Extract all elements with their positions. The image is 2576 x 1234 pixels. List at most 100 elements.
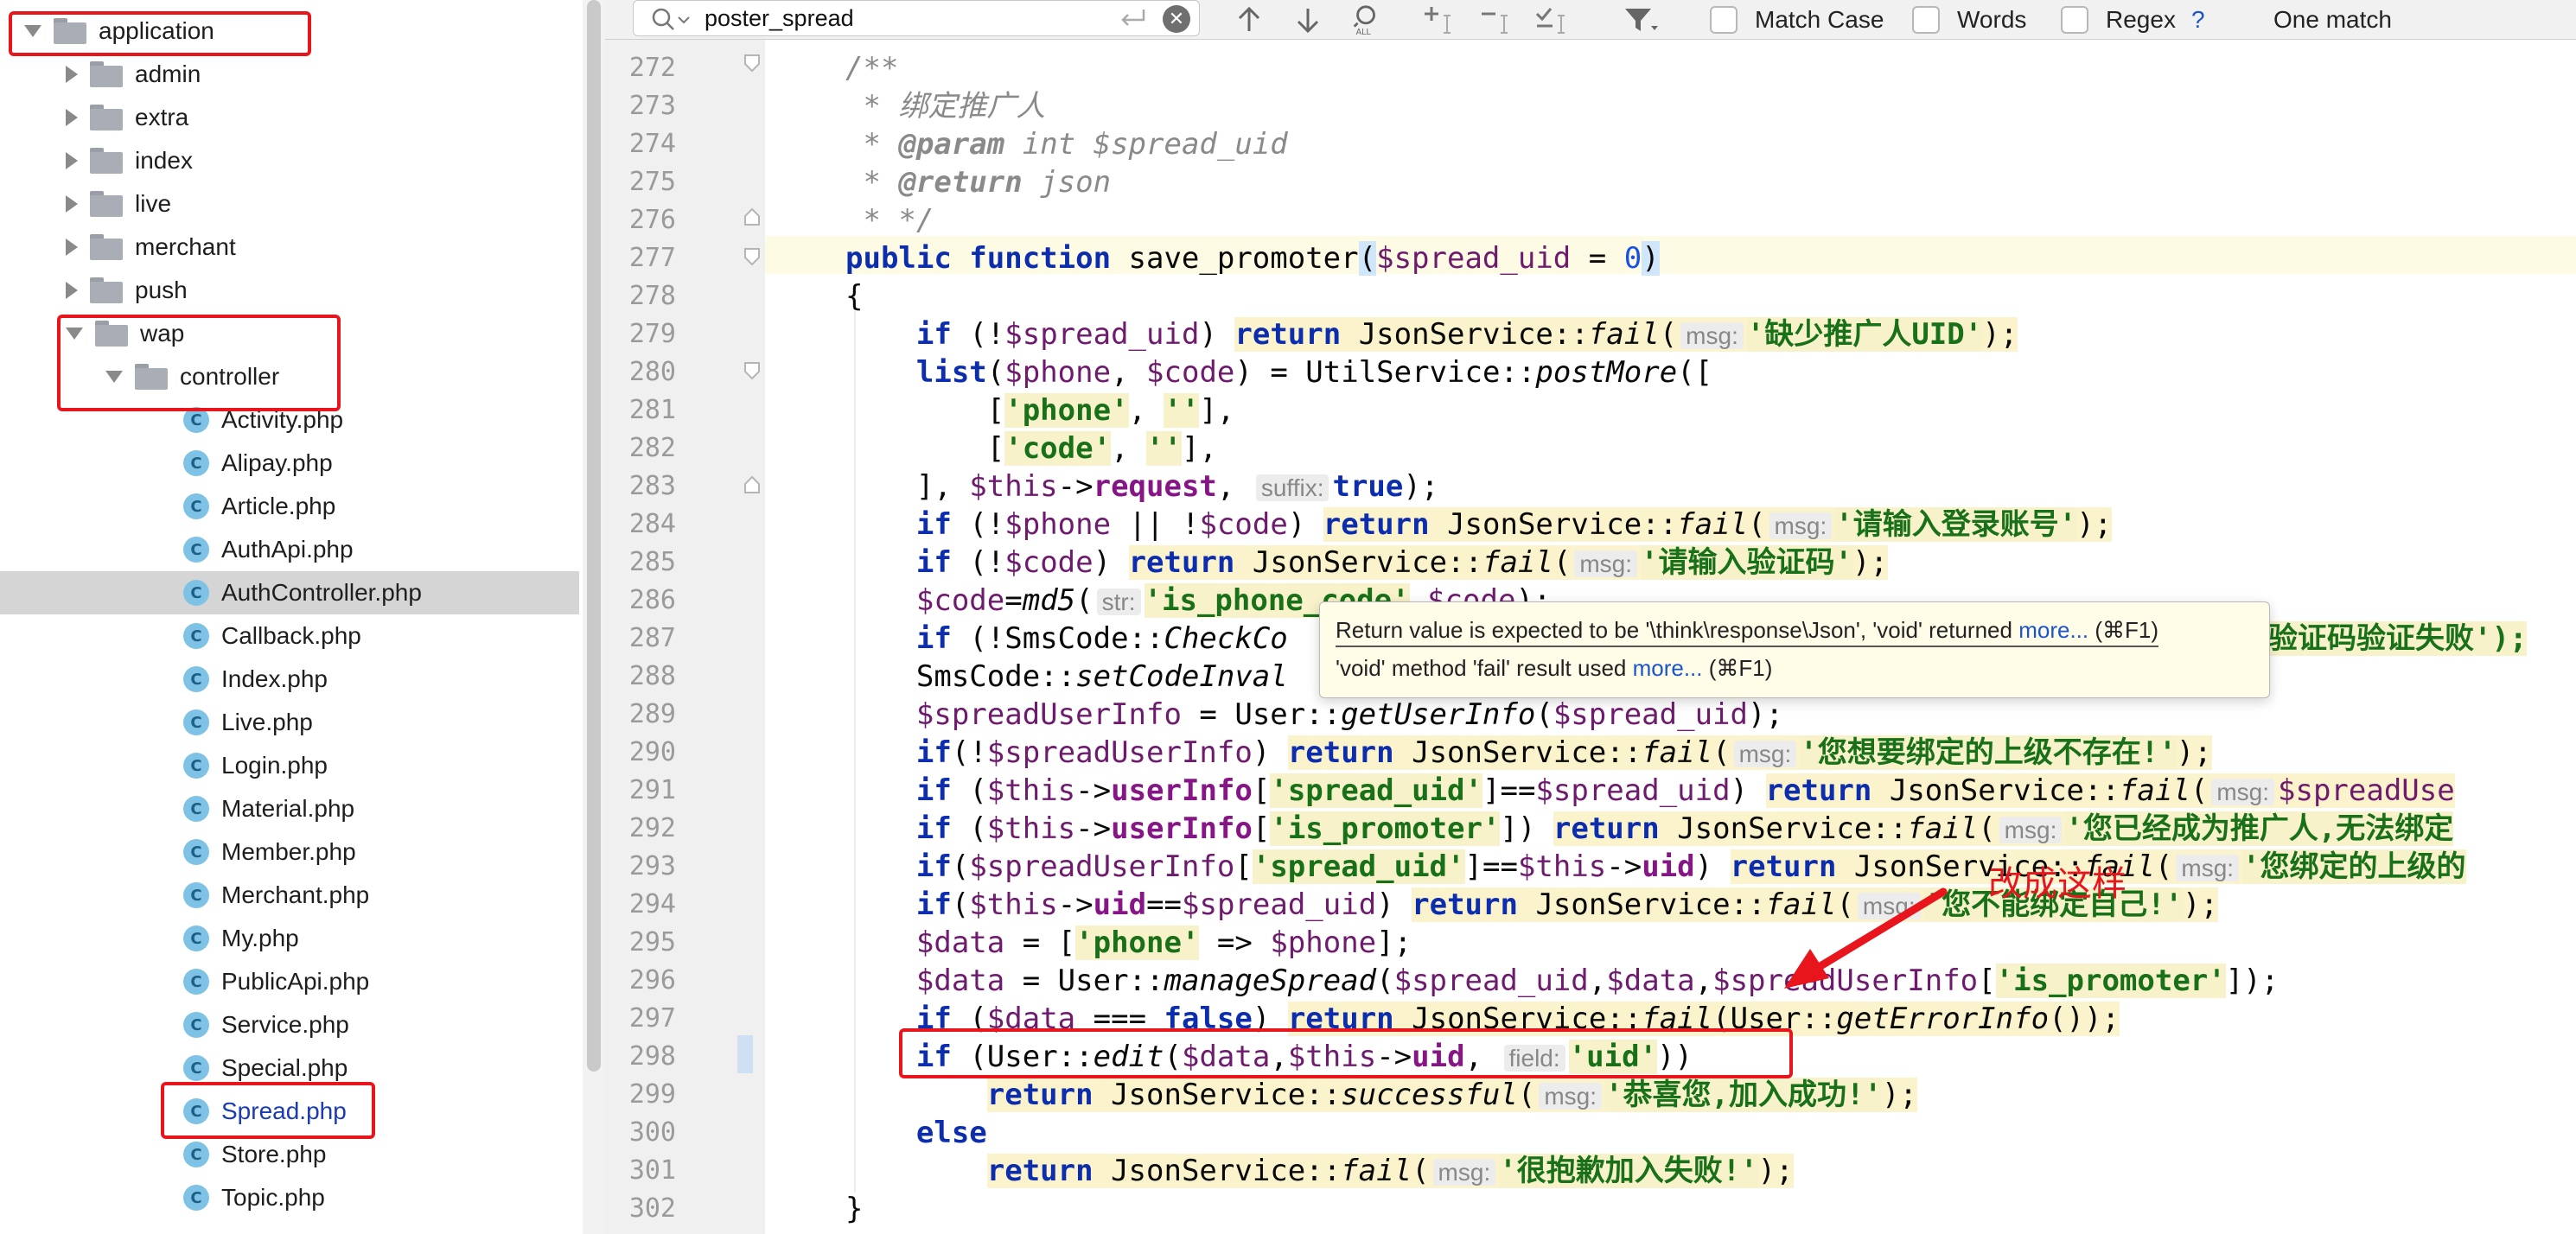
line-number: 274	[628, 129, 676, 159]
tree-node-extra[interactable]: extra	[0, 96, 579, 139]
file-item[interactable]: C Service.php	[0, 1003, 579, 1046]
file-item[interactable]: C Material.php	[0, 787, 579, 830]
line-number: 273	[628, 91, 676, 121]
php-class-icon: C	[183, 839, 209, 865]
fold-marker-icon[interactable]	[743, 475, 761, 494]
file-item[interactable]: C Live.php	[0, 701, 579, 744]
newline-icon[interactable]	[1118, 6, 1147, 32]
file-item-label: Callback.php	[221, 622, 361, 649]
chevron-right-icon[interactable]	[66, 109, 78, 126]
more-link[interactable]: more...	[1633, 655, 1703, 681]
tree-node-live[interactable]: live	[0, 182, 579, 226]
tree-node-admin[interactable]: admin	[0, 53, 579, 96]
search-box[interactable]: ✕	[633, 0, 1200, 36]
regex-checkbox[interactable]	[2061, 6, 2088, 34]
file-item[interactable]: C Merchant.php	[0, 874, 579, 917]
file-item[interactable]: C PublicApi.php	[0, 960, 579, 1003]
line-number: 283	[628, 471, 676, 501]
tree-node-index[interactable]: index	[0, 139, 579, 182]
fold-marker-icon[interactable]	[743, 361, 761, 380]
file-item-label: Live.php	[221, 709, 313, 735]
code-line-300: else	[915, 1116, 987, 1150]
file-item[interactable]: C My.php	[0, 917, 579, 960]
code-line-279: if (!$spread_uid) return JsonService::fa…	[915, 317, 2018, 352]
more-link[interactable]: more...	[2018, 617, 2088, 643]
add-selection-icon[interactable]	[1421, 3, 1457, 36]
select-all-occurrences-icon[interactable]: ALL	[1349, 3, 1385, 36]
fold-marker-icon[interactable]	[743, 247, 761, 266]
tree-node-label: push	[135, 277, 188, 303]
tree-node-push[interactable]: push	[0, 269, 579, 312]
code-line-287-tail: 验证码验证失败');	[2268, 621, 2528, 656]
project-tree: application admin extra index live merch…	[0, 0, 579, 1234]
fold-marker-icon[interactable]	[743, 207, 761, 226]
words-option[interactable]: Words	[1912, 3, 2026, 36]
line-number: 275	[628, 167, 676, 197]
code-line-278: {	[845, 279, 864, 314]
code-line-282: ['code', ''],	[845, 431, 1217, 466]
chevron-right-icon[interactable]	[66, 66, 78, 83]
file-item[interactable]: C AuthController.php	[0, 571, 579, 614]
clear-search-icon[interactable]: ✕	[1163, 5, 1190, 33]
file-item[interactable]: C Article.php	[0, 485, 579, 528]
inspection-tooltip: Return value is expected to be '\think\r…	[1319, 601, 2270, 698]
previous-occurrence-icon[interactable]	[1234, 3, 1264, 36]
file-item[interactable]: C AuthApi.php	[0, 528, 579, 571]
chevron-right-icon[interactable]	[66, 152, 78, 169]
words-checkbox[interactable]	[1912, 6, 1940, 34]
search-history-icon[interactable]	[649, 5, 691, 33]
file-item-label: Material.php	[221, 795, 355, 822]
regex-label: Regex	[2106, 6, 2176, 33]
file-item[interactable]: C Member.php	[0, 830, 579, 874]
folder-icon	[90, 61, 123, 87]
folder-icon	[90, 148, 123, 174]
file-item[interactable]: C Index.php	[0, 658, 579, 701]
regex-option[interactable]: Regex ?	[2061, 3, 2205, 36]
tree-scrollbar[interactable]	[583, 0, 605, 1234]
code-line-293: if($spreadUserInfo['spread_uid']==$this-…	[915, 849, 2466, 884]
line-number: 296	[628, 965, 676, 995]
words-label: Words	[1957, 6, 2027, 33]
php-class-icon: C	[183, 1055, 209, 1081]
search-input[interactable]	[705, 3, 1102, 34]
code-line-273: * 绑定推广人	[845, 89, 1046, 124]
file-item[interactable]: C Topic.php	[0, 1176, 579, 1219]
php-class-icon: C	[183, 1185, 209, 1211]
file-item-label: Topic.php	[221, 1184, 325, 1211]
match-case-label: Match Case	[1755, 6, 1884, 33]
match-case-option[interactable]: Match Case	[1710, 3, 1884, 36]
tree-node-merchant[interactable]: merchant	[0, 226, 579, 269]
php-class-icon: C	[183, 493, 209, 519]
line-number: 299	[628, 1079, 676, 1110]
select-all-matches-icon[interactable]	[1533, 3, 1573, 36]
code-line-295: $data = ['phone' => $phone];	[915, 926, 1412, 960]
fold-marker-icon[interactable]	[743, 54, 761, 73]
chevron-right-icon[interactable]	[66, 239, 78, 256]
code-line-272: /**	[845, 51, 899, 86]
filter-icon[interactable]	[1622, 3, 1660, 36]
chevron-right-icon[interactable]	[66, 195, 78, 213]
line-number: 281	[628, 395, 676, 425]
php-class-icon: C	[183, 666, 209, 692]
change-marker	[737, 1035, 753, 1073]
match-case-checkbox[interactable]	[1710, 6, 1738, 34]
file-item[interactable]: C Callback.php	[0, 614, 579, 658]
php-class-icon: C	[183, 753, 209, 779]
file-item-label: AuthController.php	[221, 579, 422, 606]
folder-icon	[90, 105, 123, 130]
scrollbar-thumb[interactable]	[587, 0, 601, 1072]
code-line-301: return JsonService::fail(msg: '很抱歉加入失败!')…	[986, 1154, 1794, 1188]
file-item[interactable]: C Alipay.php	[0, 442, 579, 485]
line-number: 294	[628, 889, 676, 919]
php-class-icon: C	[183, 709, 209, 735]
next-occurrence-icon[interactable]	[1293, 3, 1323, 36]
regex-help-link[interactable]: ?	[2191, 6, 2205, 34]
file-item[interactable]: C Login.php	[0, 744, 579, 787]
file-item[interactable]: C Store.php	[0, 1133, 579, 1176]
line-number: 295	[628, 927, 676, 957]
chevron-right-icon[interactable]	[66, 282, 78, 299]
line-number: 300	[628, 1117, 676, 1148]
annotation-text: 改成这样	[1988, 864, 2126, 904]
unselect-occurrence-icon[interactable]	[1478, 3, 1514, 36]
folder-icon	[90, 234, 123, 260]
